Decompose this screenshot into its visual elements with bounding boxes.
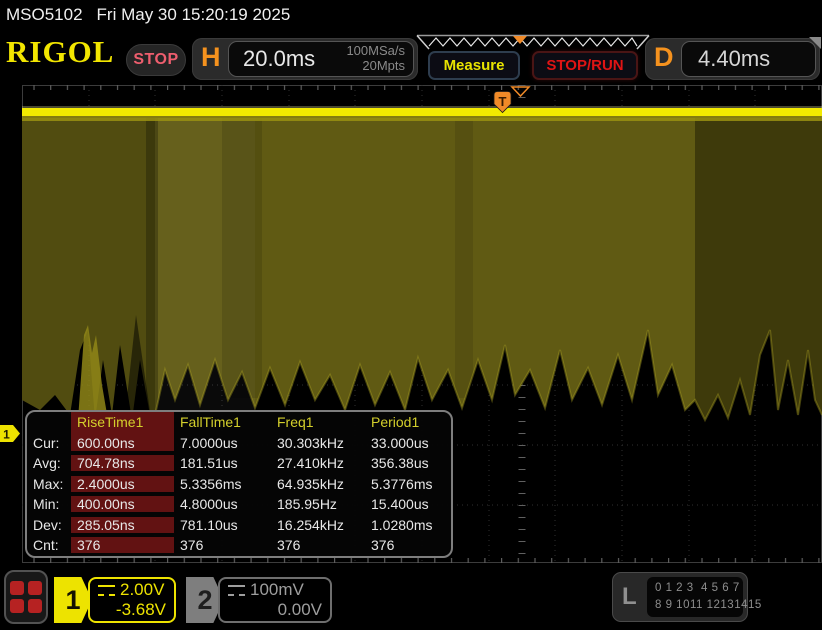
datetime: Fri May 30 15:20:19 2025 [96,5,291,24]
rigol-logo: RIGOL [6,34,115,69]
meas-value: 64.935kHz [277,475,344,492]
channel-1-level-marker[interactable]: 1 [0,425,20,442]
timebase-display: 20.0ms 100MSa/s 20Mpts [228,41,414,77]
acquisition-info: 100MSa/s 20Mpts [346,43,405,74]
measurement-table: RiseTime1 FallTime1 Freq1 Period1 Cur: 6… [25,410,453,558]
meas-value: 4.8000us [180,496,238,513]
meas-value: 15.400us [371,496,429,513]
channel-2-scale: 100mV [250,580,304,599]
header-bar: RIGOL STOP H 20.0ms 100MSa/s 20Mpts Meas… [0,30,822,85]
channel-2-panel[interactable]: 100mV 0.00V [218,577,332,623]
meas-value: 376 [71,537,174,554]
channel-1-panel[interactable]: 2.00V -3.68V [88,577,176,623]
meas-value: 30.303kHz [277,434,344,451]
channel-2-offset: 0.00V [277,600,322,619]
oscilloscope-screen: MSO5102 Fri May 30 15:20:19 2025 RIGOL S… [0,0,822,630]
dc-coupling-icon [228,584,245,596]
row-label: Cur: [33,434,60,451]
channel-1-offset: -3.68V [115,600,166,619]
meas-value: 7.0000us [180,434,238,451]
meas-value: 285.05ns [71,516,174,533]
logic-row-1: 0 1 2 3 4 5 6 7 [655,582,740,595]
dc-coupling-icon [98,584,115,596]
row-label: Cnt: [33,537,59,554]
meas-value: 400.00ns [71,496,174,513]
waveform-persistence [22,118,822,425]
meas-value: 356.38us [371,455,429,472]
row-label: Min: [33,496,60,513]
meas-value: 376 [371,537,395,554]
horizontal-label: H [201,42,221,72]
measure-button[interactable]: Measure [428,51,520,80]
meas-value: 376 [180,537,204,554]
preview-zigzag [416,34,650,50]
trigger-delay-panel[interactable]: D 4.40ms [645,37,821,80]
meas-value: 376 [277,537,301,554]
table-corner [27,412,71,435]
channel-1-trace [22,106,822,121]
row-label: Avg: [33,455,61,472]
delay-display: 4.40ms [681,41,816,77]
channel-1-scale: 2.00V [120,580,165,599]
waveform-display: T 1 RiseTime1 FallTime1 Freq1 Period1 Cu… [0,85,822,565]
delay-label: D [654,42,674,72]
horizontal-timebase-panel[interactable]: H 20.0ms 100MSa/s 20Mpts [192,38,418,80]
row-label: Dev: [33,516,62,533]
meas-value: 27.410kHz [277,455,344,472]
logic-row-2: 8 9 1011 12131415 [655,599,762,611]
column-header: FallTime1 [180,414,241,431]
column-header: Freq1 [277,414,314,431]
run-state-badge: STOP [126,44,186,76]
meas-value: 185.95Hz [277,496,337,513]
trigger-symbol: T [499,94,507,109]
timebase-value: 20.0ms [243,46,316,71]
meas-value: 5.3356ms [180,475,242,492]
channel-1-badge[interactable]: 1 [54,577,92,623]
meas-value: 2.4000us [71,475,174,492]
meas-value: 33.000us [371,434,429,451]
meas-value: 181.51us [180,455,238,472]
logic-channels-panel[interactable]: L 0 1 2 3 4 5 6 7 8 9 1011 12131415 [612,572,762,622]
column-header: Period1 [371,414,420,431]
meas-value: 704.78ns [71,455,174,472]
channel-1-marker-label: 1 [3,428,10,442]
meas-value: 1.0280ms [371,516,433,533]
delay-value: 4.40ms [698,46,771,71]
meas-value: 600.00ns [71,434,174,451]
bottom-bar: 1 2.00V -3.68V 2 100mV 0.00V L 0 1 2 3 4… [0,565,822,630]
model-name: MSO5102 [6,5,83,24]
logic-channel-list: 0 1 2 3 4 5 6 7 8 9 1011 12131415 [647,577,762,617]
meas-value: 16.254kHz [277,516,344,533]
column-header: RiseTime1 [71,411,174,436]
meas-value: 781.10us [180,516,238,533]
app-grid-icon [10,581,42,613]
memory-depth: 20Mpts [362,58,405,73]
meas-value: 5.3776ms [371,475,433,492]
app-grid-button[interactable] [4,570,48,624]
logic-label: L [622,583,637,610]
stop-run-button[interactable]: STOP/RUN [532,51,638,80]
row-label: Max: [33,475,64,492]
status-bar: MSO5102 Fri May 30 15:20:19 2025 [0,0,822,30]
sample-rate: 100MSa/s [346,43,405,59]
